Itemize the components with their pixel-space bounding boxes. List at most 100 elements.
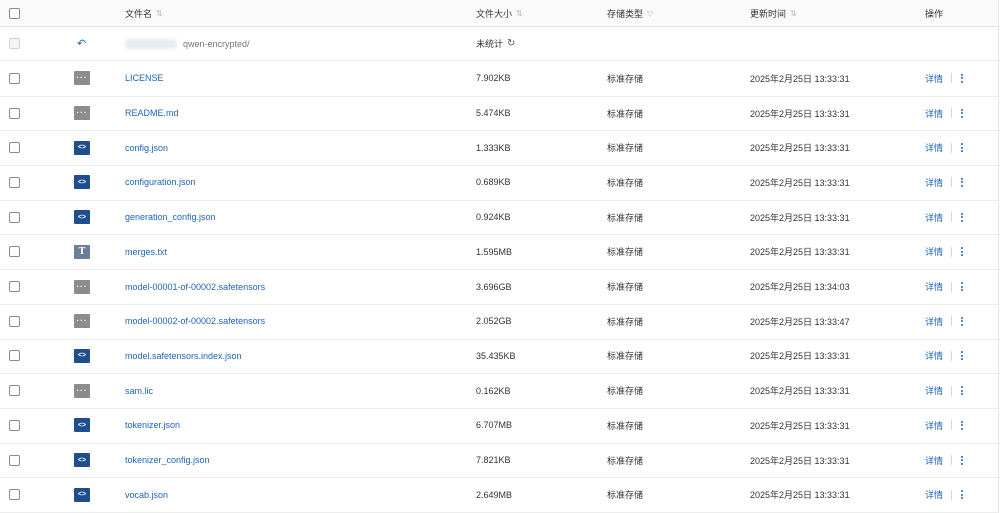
more-actions-icon[interactable] bbox=[961, 351, 964, 361]
more-actions-icon[interactable] bbox=[961, 108, 964, 118]
row-checkbox[interactable] bbox=[9, 489, 20, 501]
storage-type: 标准存储 bbox=[607, 282, 644, 293]
table-row[interactable]: <> tokenizer.json 6.707MB 标准存储 2025年2月25日 13… bbox=[0, 408, 998, 444]
detail-link[interactable]: 详情 bbox=[925, 107, 943, 120]
file-name-link[interactable]: README.md bbox=[125, 108, 179, 118]
file-name-link[interactable]: model.safetensors.index.json bbox=[125, 351, 242, 361]
table-row[interactable]: ··· model-00002-of-00002.safetensors 2.052… bbox=[0, 304, 998, 340]
detail-link[interactable]: 详情 bbox=[925, 349, 943, 362]
parent-folder-row[interactable]: ↶ qwen-encrypted/ 未统计 ↻ bbox=[0, 27, 998, 61]
table-row[interactable]: ··· model-00001-of-00002.safetensors 3.696… bbox=[0, 269, 998, 305]
filter-icon[interactable]: ▽ bbox=[647, 9, 653, 18]
more-actions-icon[interactable] bbox=[961, 247, 964, 257]
table-row[interactable]: <> configuration.json 0.689KB 标准存储 2025年2月25… bbox=[0, 165, 998, 201]
detail-link[interactable]: 详情 bbox=[925, 384, 943, 397]
storage-type: 标准存储 bbox=[607, 247, 644, 258]
col-header-name[interactable]: 文件名 ⇅ bbox=[125, 0, 163, 26]
detail-link[interactable]: 详情 bbox=[925, 72, 943, 85]
storage-type-cell: 标准存储 bbox=[607, 235, 643, 270]
more-actions-icon[interactable] bbox=[961, 177, 964, 187]
detail-link[interactable]: 详情 bbox=[925, 211, 943, 224]
ops-cell: 详情 bbox=[925, 96, 964, 131]
table-row[interactable]: ··· README.md 5.474KB 标准存储 2025年2月25日 13:33:… bbox=[0, 96, 998, 132]
detail-link[interactable]: 详情 bbox=[925, 176, 943, 189]
detail-link[interactable]: 详情 bbox=[925, 454, 943, 467]
ops-divider bbox=[951, 108, 953, 119]
sort-arrows-icon[interactable]: ⇅ bbox=[790, 9, 797, 18]
file-table: 文件名 ⇅ 文件大小 ⇅ 存储类型 ▽ 更新时间 ⇅ 操作 ↶ qwen-enc… bbox=[0, 0, 999, 513]
more-actions-icon[interactable] bbox=[961, 143, 964, 153]
table-row[interactable]: Tmerges.txt 1.595MB 标准存储 2025年2月25日 13:33:3… bbox=[0, 235, 998, 271]
refresh-icon[interactable]: ↻ bbox=[507, 38, 515, 49]
row-checkbox[interactable] bbox=[9, 350, 20, 362]
ops-cell: 详情 bbox=[925, 373, 964, 408]
ops-cell: 详情 bbox=[925, 200, 964, 235]
row-checkbox[interactable] bbox=[9, 107, 20, 119]
more-actions-icon[interactable] bbox=[961, 73, 964, 83]
table-row[interactable]: ··· sam.lic 0.162KB 标准存储 2025年2月25日 13:33:31… bbox=[0, 373, 998, 409]
col-header-time[interactable]: 更新时间 ⇅ bbox=[750, 0, 797, 26]
row-checkbox[interactable] bbox=[9, 281, 20, 293]
file-name-link[interactable]: sam.lic bbox=[125, 386, 153, 396]
select-all-checkbox[interactable] bbox=[9, 7, 20, 19]
row-checkbox[interactable] bbox=[9, 315, 20, 327]
detail-link[interactable]: 详情 bbox=[925, 280, 943, 293]
table-row[interactable]: ··· LICENSE 7.902KB 标准存储 2025年2月25日 13:33:31… bbox=[0, 61, 998, 97]
row-checkbox[interactable] bbox=[9, 385, 20, 397]
file-name-link[interactable]: model-00002-of-00002.safetensors bbox=[125, 316, 265, 326]
table-row[interactable]: <> generation_config.json 0.924KB 标准存储 2025年… bbox=[0, 200, 998, 236]
update-time-cell: 2025年2月25日 13:33:31 bbox=[750, 200, 850, 235]
row-checkbox-cell bbox=[9, 165, 20, 200]
row-checkbox[interactable] bbox=[9, 454, 20, 466]
parent-checkbox-cell bbox=[9, 27, 20, 60]
row-checkbox-cell bbox=[9, 235, 20, 270]
select-all-cell bbox=[9, 0, 20, 26]
row-checkbox[interactable] bbox=[9, 211, 20, 223]
file-name-link[interactable]: tokenizer_config.json bbox=[125, 455, 210, 465]
detail-link[interactable]: 详情 bbox=[925, 488, 943, 501]
col-header-size[interactable]: 文件大小 ⇅ bbox=[476, 0, 523, 26]
file-name-link[interactable]: configuration.json bbox=[125, 177, 196, 187]
storage-type: 标准存储 bbox=[607, 143, 644, 154]
file-size: 1.595MB bbox=[476, 246, 513, 257]
row-checkbox[interactable] bbox=[9, 419, 20, 431]
row-checkbox[interactable] bbox=[9, 176, 20, 188]
sort-arrows-icon[interactable]: ⇅ bbox=[516, 9, 523, 18]
more-actions-icon[interactable] bbox=[961, 455, 964, 465]
table-row[interactable]: <> config.json 1.333KB 标准存储 2025年2月25日 13:33… bbox=[0, 130, 998, 167]
more-actions-icon[interactable] bbox=[961, 212, 964, 222]
detail-link[interactable]: 详情 bbox=[925, 141, 943, 154]
detail-link[interactable]: 详情 bbox=[925, 315, 943, 328]
storage-type-cell: 标准存储 bbox=[607, 443, 643, 478]
table-row[interactable]: <> vocab.json 2.649MB 标准存储 2025年2月25日 13:33:… bbox=[0, 477, 998, 513]
more-actions-icon[interactable] bbox=[961, 316, 964, 326]
ops-divider bbox=[951, 455, 953, 466]
file-name-link[interactable]: model-00001-of-00002.safetensors bbox=[125, 282, 265, 292]
storage-type: 标准存储 bbox=[607, 490, 644, 501]
more-actions-icon[interactable] bbox=[961, 490, 964, 500]
sort-arrows-icon[interactable]: ⇅ bbox=[156, 9, 163, 18]
row-checkbox[interactable] bbox=[9, 72, 20, 84]
col-header-size-label: 文件大小 bbox=[476, 8, 513, 19]
detail-link[interactable]: 详情 bbox=[925, 245, 943, 258]
row-icon-cell: ··· bbox=[74, 373, 90, 408]
file-name-link[interactable]: vocab.json bbox=[125, 490, 168, 500]
update-time-cell: 2025年2月25日 13:33:31 bbox=[750, 130, 850, 165]
more-actions-icon[interactable] bbox=[961, 386, 964, 396]
detail-link[interactable]: 详情 bbox=[925, 419, 943, 432]
file-name-link[interactable]: config.json bbox=[125, 143, 168, 153]
back-arrow-icon[interactable]: ↶ bbox=[77, 37, 86, 50]
file-size-cell: 3.696GB bbox=[476, 269, 512, 304]
row-checkbox[interactable] bbox=[9, 246, 20, 258]
ops-divider bbox=[951, 177, 953, 188]
more-actions-icon[interactable] bbox=[961, 282, 964, 292]
more-actions-icon[interactable] bbox=[961, 420, 964, 430]
table-row[interactable]: <> tokenizer_config.json 7.821KB 标准存储 2025年2… bbox=[0, 443, 998, 479]
file-name-link[interactable]: LICENSE bbox=[125, 73, 164, 83]
table-row[interactable]: <> model.safetensors.index.json 35.435KB 标准… bbox=[0, 339, 998, 375]
row-checkbox[interactable] bbox=[9, 142, 20, 154]
file-name-link[interactable]: tokenizer.json bbox=[125, 420, 180, 430]
col-header-type[interactable]: 存储类型 ▽ bbox=[607, 0, 653, 26]
file-name-link[interactable]: generation_config.json bbox=[125, 212, 216, 222]
file-name-link[interactable]: merges.txt bbox=[125, 247, 167, 257]
